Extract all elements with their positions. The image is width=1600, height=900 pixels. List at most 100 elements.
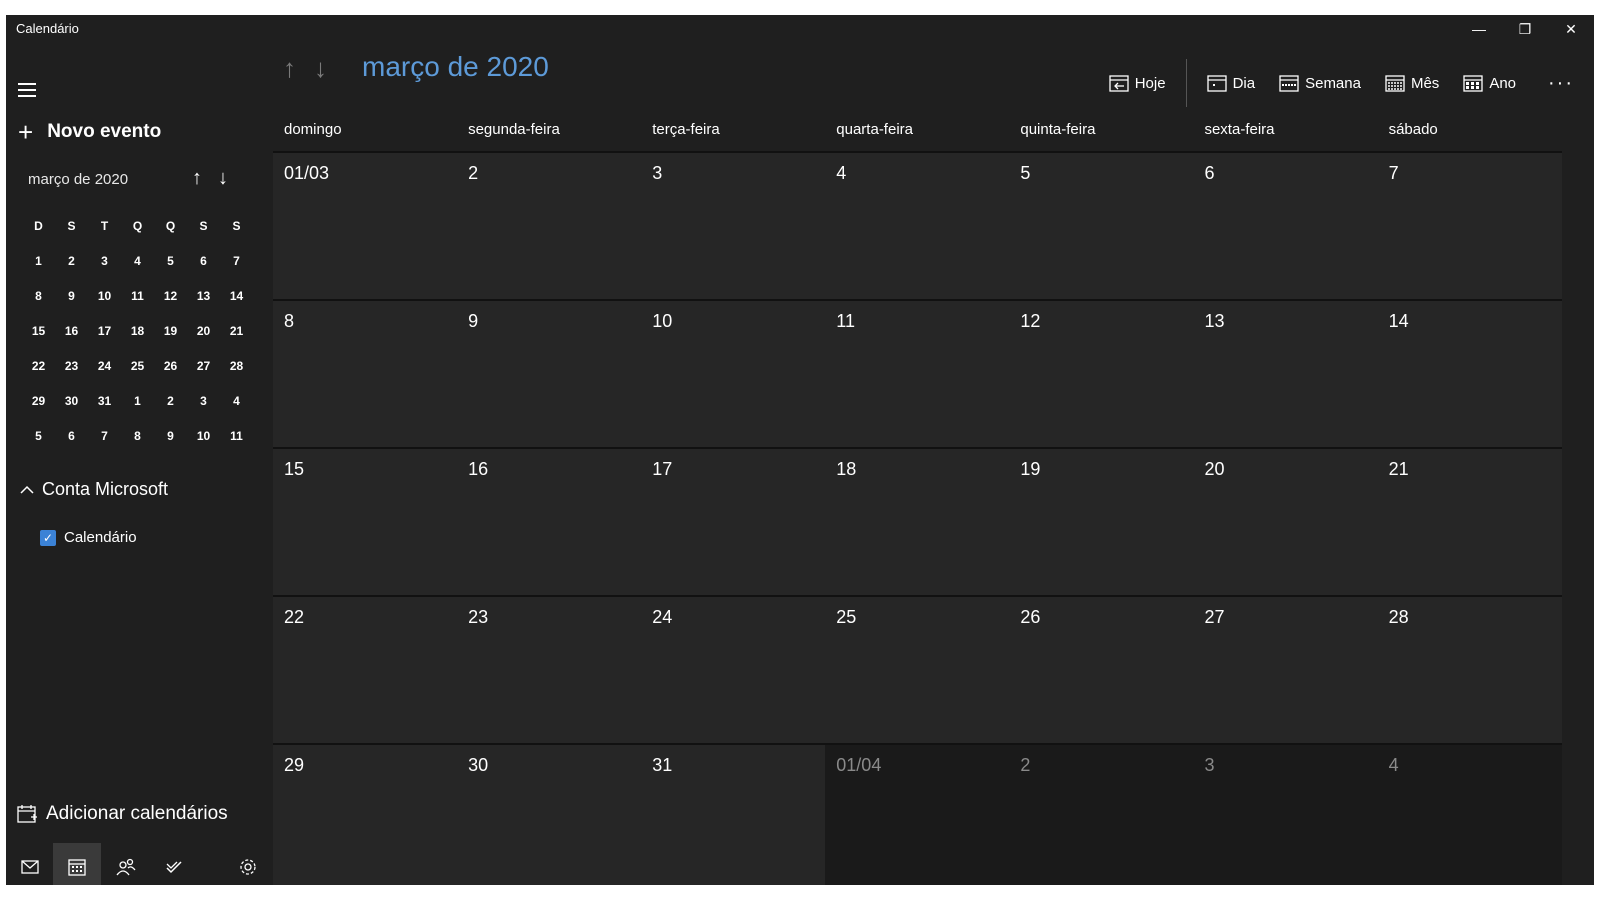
mini-day[interactable]: 6 [187, 254, 220, 268]
day-cell[interactable]: 01/03 [273, 153, 458, 299]
mini-day[interactable]: 1 [22, 254, 55, 268]
day-cell[interactable]: 19 [1009, 449, 1194, 595]
people-button[interactable] [102, 843, 150, 885]
mini-day[interactable]: 5 [154, 254, 187, 268]
todo-button[interactable] [150, 843, 198, 885]
day-cell[interactable]: 4 [1377, 745, 1562, 885]
mini-day[interactable]: 1 [121, 394, 154, 408]
day-cell[interactable]: 4 [825, 153, 1010, 299]
today-button[interactable]: Hoje [1097, 59, 1178, 107]
mini-day[interactable]: 13 [187, 289, 220, 303]
month-view-button[interactable]: Mês [1373, 59, 1451, 107]
mini-day[interactable]: 15 [22, 324, 55, 338]
arrow-down-icon[interactable]: ↓ [314, 53, 327, 84]
day-cell[interactable]: 15 [273, 449, 458, 595]
day-cell[interactable]: 8 [273, 301, 458, 447]
day-view-button[interactable]: Dia [1195, 59, 1268, 107]
mini-day[interactable]: 8 [121, 429, 154, 443]
mini-day[interactable]: 9 [55, 289, 88, 303]
day-cell[interactable]: 6 [1193, 153, 1378, 299]
mini-day[interactable]: 19 [154, 324, 187, 338]
mini-day[interactable]: 11 [121, 289, 154, 303]
mini-day[interactable]: 12 [154, 289, 187, 303]
day-cell[interactable]: 2 [1009, 745, 1194, 885]
day-cell[interactable]: 9 [457, 301, 642, 447]
day-cell[interactable]: 10 [641, 301, 826, 447]
calendar-button[interactable] [53, 843, 101, 885]
mini-day[interactable]: 29 [22, 394, 55, 408]
day-cell[interactable]: 3 [1193, 745, 1378, 885]
day-cell[interactable]: 26 [1009, 597, 1194, 743]
mini-day[interactable]: 17 [88, 324, 121, 338]
arrow-down-icon[interactable]: ↓ [218, 167, 228, 190]
close-button[interactable]: ✕ [1548, 15, 1594, 43]
mini-day[interactable]: 6 [55, 429, 88, 443]
month-title[interactable]: março de 2020 [362, 51, 549, 83]
week-view-button[interactable]: Semana [1267, 59, 1373, 107]
day-cell[interactable]: 3 [641, 153, 826, 299]
mini-day[interactable]: 11 [220, 429, 253, 443]
day-cell[interactable]: 01/04 [825, 745, 1010, 885]
mini-day[interactable]: 7 [220, 254, 253, 268]
day-cell[interactable]: 12 [1009, 301, 1194, 447]
day-cell[interactable]: 25 [825, 597, 1010, 743]
mini-day[interactable]: 24 [88, 359, 121, 373]
mini-day[interactable]: 4 [121, 254, 154, 268]
day-cell[interactable]: 14 [1377, 301, 1562, 447]
mini-day[interactable]: 2 [154, 394, 187, 408]
day-cell[interactable]: 24 [641, 597, 826, 743]
checkbox-icon[interactable]: ✓ [40, 529, 56, 546]
day-cell[interactable]: 2 [457, 153, 642, 299]
mini-day[interactable]: 23 [55, 359, 88, 373]
hamburger-icon[interactable] [18, 83, 38, 99]
mini-day[interactable]: 16 [55, 324, 88, 338]
minimize-button[interactable]: — [1456, 15, 1502, 43]
restore-button[interactable]: ❐ [1502, 15, 1548, 43]
mini-day[interactable]: 10 [187, 429, 220, 443]
day-cell[interactable]: 18 [825, 449, 1010, 595]
day-cell[interactable]: 30 [457, 745, 642, 885]
day-cell[interactable]: 31 [641, 745, 826, 885]
more-icon[interactable]: ··· [1528, 59, 1594, 107]
day-cell[interactable]: 28 [1377, 597, 1562, 743]
new-event-button[interactable]: + Novo evento [18, 119, 161, 145]
day-cell[interactable]: 5 [1009, 153, 1194, 299]
settings-button[interactable] [224, 843, 272, 885]
mini-day[interactable]: 8 [22, 289, 55, 303]
mini-day[interactable]: 7 [88, 429, 121, 443]
mini-day[interactable]: 21 [220, 324, 253, 338]
day-cell[interactable]: 29 [273, 745, 458, 885]
day-cell[interactable]: 11 [825, 301, 1010, 447]
arrow-up-icon[interactable]: ↑ [283, 53, 296, 84]
day-cell[interactable]: 16 [457, 449, 642, 595]
mini-day[interactable]: 22 [22, 359, 55, 373]
day-cell[interactable]: 21 [1377, 449, 1562, 595]
mini-day[interactable]: 3 [187, 394, 220, 408]
mini-day[interactable]: 26 [154, 359, 187, 373]
day-cell[interactable]: 23 [457, 597, 642, 743]
add-calendars-button[interactable]: Adicionar calendários [16, 803, 228, 825]
mini-day[interactable]: 10 [88, 289, 121, 303]
mini-day[interactable]: 9 [154, 429, 187, 443]
mini-day[interactable]: 3 [88, 254, 121, 268]
mini-day[interactable]: 28 [220, 359, 253, 373]
mail-button[interactable] [6, 843, 54, 885]
mini-day[interactable]: 18 [121, 324, 154, 338]
day-cell[interactable]: 7 [1377, 153, 1562, 299]
mini-day[interactable]: 27 [187, 359, 220, 373]
day-cell[interactable]: 13 [1193, 301, 1378, 447]
year-view-button[interactable]: Ano [1451, 59, 1528, 107]
day-cell[interactable]: 20 [1193, 449, 1378, 595]
day-cell[interactable]: 17 [641, 449, 826, 595]
account-toggle[interactable]: Conta Microsoft [20, 479, 168, 500]
mini-day[interactable]: 30 [55, 394, 88, 408]
mini-day[interactable]: 2 [55, 254, 88, 268]
mini-day[interactable]: 14 [220, 289, 253, 303]
day-cell[interactable]: 27 [1193, 597, 1378, 743]
calendar-checkbox-row[interactable]: ✓ Calendário [40, 529, 137, 546]
mini-day[interactable]: 5 [22, 429, 55, 443]
mini-day[interactable]: 25 [121, 359, 154, 373]
day-cell[interactable]: 22 [273, 597, 458, 743]
mini-day[interactable]: 20 [187, 324, 220, 338]
mini-day[interactable]: 4 [220, 394, 253, 408]
